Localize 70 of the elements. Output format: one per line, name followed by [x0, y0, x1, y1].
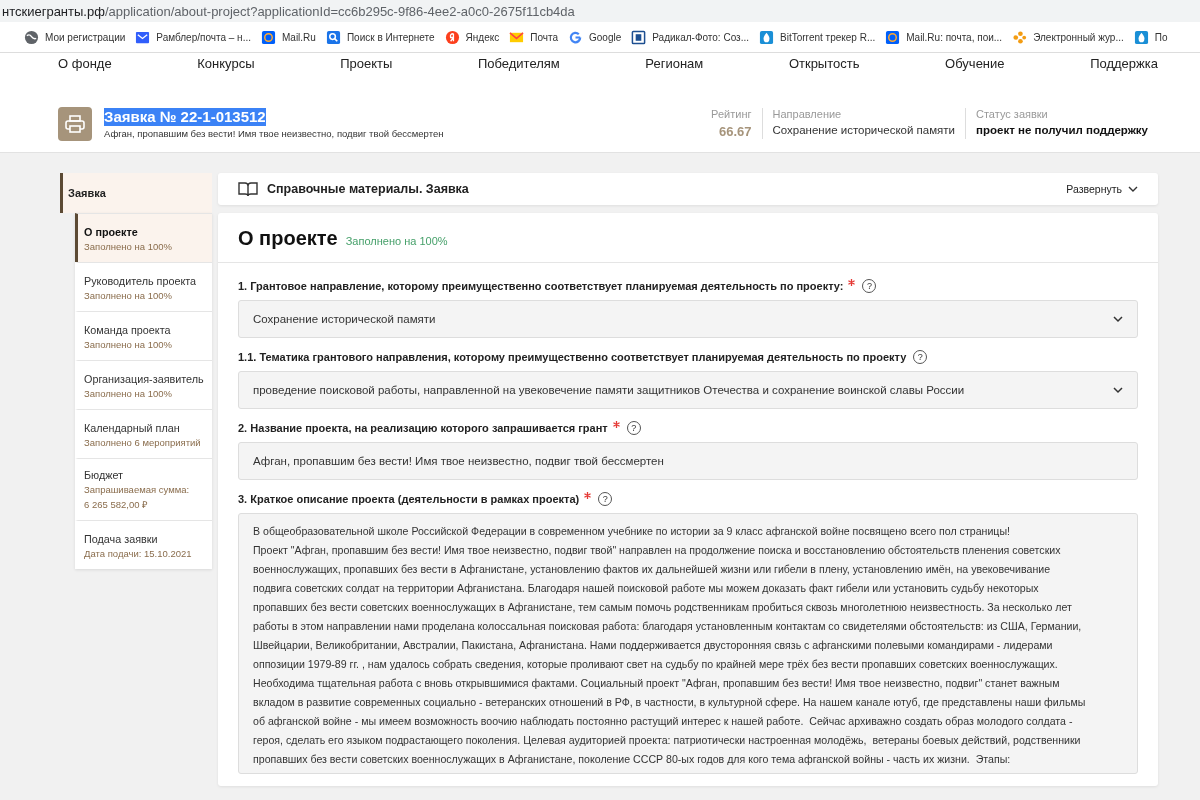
item-label: О проекте — [84, 225, 139, 238]
bookmark-link[interactable]: Поиск в Интернете — [346, 31, 435, 43]
item-note: Заполнено на 100% — [84, 240, 173, 252]
chevron-icon — [1113, 386, 1123, 394]
bookmark-link[interactable]: По — [1154, 31, 1168, 43]
text-area[interactable]: В общеобразовательной школе Российской Федерации в современном учебнике по истории за 9 класс афганской войне посвящено всего пол страницы! Проект "Афган, пропавшим без вести! Имя твое неизвестно, подвиг твой" направлен на продолжение поиска и восстановлению обстоятельств пленения советских военнослужащих, пропавших без вести в Афганистане, установлению фактов их дальнейшей жизни или гибели в плену, установлению имён, на увековечивание подвига советских солдат на территории Афганистана. Благодаря нашей поисковой работе мы можем доказать факт гибели или установить судьбу некоторых пропавших без вести советских военнослужащих в Афганистане, тем самым помочь родственникам пробиться сквозь многолетнюю неизвестность. За несколько лет работы в этом направлении нами проделана колоссальная поисковая работа: благодаря установленным контактам со свидетелями обстоятельств: из США, Германии, Швейцарии, Великобритании, Австралии, Пакистана, Афганистана. Нами поддерживается двусторонняя связь с афганскими полевыми командирами - лидерами оппозиции 1979-89 гг. , нам удалось собрать сведения, которые проливают свет на судьбу по крайней мере трёх без вести пропавших советских военнослужащих. Необходима тщательная работа с вновь открывшимися фактами. Социальный проект "Афган, пропавшим без вести! Имя твое неизвестно, подвиг" станет важным вкладом в развитие современных социально - ветеранских отношений в РФ, в частности, в культурной сфере. На нашем канале ютуб, где представлены наши фильмы об афганской войне - мы имеем возможность воочию наблюдать постоянно растущий интерес к нашей работе. Сейчас архиважно создать образ молодого солдата - героя, сделать его языком подрастающего поколения. Целевая аудиторией проекта: патриотически настроенная молодёжь, ветераны боевых действий, родственники пропавших без вести советских военнослужащих в Афганистане, поколение СССР 80-ых годов для кого тема афганской войны - часть их жизни. Этапы: — [238, 513, 1138, 774]
sidebar-item[interactable]: Календарный план Заполнено 6 мероприятий — [75, 409, 212, 458]
sidebar-item[interactable]: Руководитель проекта Заполнено на 100% — [75, 262, 212, 311]
question-label: 1.1. Тематика грантового направления, которому преимущественно соответствует планируемая деятельность по проекту — [238, 351, 907, 363]
item-label: Руководитель проекта — [84, 274, 198, 287]
stat-value: проект не получил поддержку — [976, 124, 1148, 136]
nav-link[interactable]: Поддержка — [1090, 56, 1158, 71]
sidebar-item[interactable]: О проекте Заполнено на 100% — [75, 213, 212, 262]
bookmark-link[interactable]: Google — [589, 31, 622, 43]
nav-link[interactable]: О фонде — [58, 56, 112, 71]
sidebar-item[interactable]: Команда проекта Заполнено на 100% — [75, 311, 212, 360]
reference-title: Справочные материалы. Заявка — [267, 182, 470, 196]
nav-link[interactable]: Регионам — [645, 56, 704, 71]
stat-value: 66.67 — [718, 124, 752, 139]
question-label: 3. Краткое описание проекта (деятельности в рамках проекта) — [238, 493, 580, 505]
bookmark-link[interactable]: Mail.Ru — [282, 31, 316, 43]
nav-link[interactable]: Победителям — [477, 56, 560, 71]
project-subtitle: Афган, пропавшим без вести! Имя твое неизвестно, подвиг твой бессмертен — [104, 128, 444, 139]
item-note: Заполнено на 100% — [84, 387, 173, 399]
completion-status: Заполнено на 100% — [345, 235, 448, 247]
nav-link[interactable]: Обучение — [945, 56, 1005, 71]
item-note: Заполнено 6 мероприятий — [84, 436, 202, 448]
question-label: 2. Название проекта, на реализацию которого запрашивается грант — [238, 422, 608, 434]
item-note: Дата подачи: 15.10.2021 — [84, 547, 193, 559]
sidebar-item[interactable]: Подача заявки Дата подачи: 15.10.2021 — [75, 520, 212, 569]
application-title: Заявка № 22-1-013512 — [104, 108, 266, 126]
nav-link[interactable]: Конкурсы — [197, 56, 255, 71]
stat-label: Статус заявки — [976, 108, 1049, 120]
stat-label: Рейтинг — [711, 108, 752, 120]
sidebar-item[interactable]: Организация-заявитель Заполнено на 100% — [75, 360, 212, 409]
bookmark-link[interactable]: Электронный жур... — [1033, 31, 1124, 43]
bookmark-link[interactable]: Радикал-Фото: Соз... — [652, 31, 749, 43]
select-field[interactable]: Сохранение исторической памяти — [238, 300, 1138, 338]
item-note: Заполнено на 100% — [84, 338, 173, 350]
stat-value: Сохранение исторической памяти — [772, 124, 955, 136]
chevron-icon — [1113, 315, 1123, 323]
item-label: Календарный план — [84, 421, 181, 434]
sidebar-item[interactable]: Бюджет Запрашиваемая сумма: 6 265 582,00 ₽ — [75, 458, 212, 520]
bookmark-link[interactable]: BitTorrent трекер R... — [780, 31, 876, 43]
item-label: Подача заявки — [84, 532, 159, 545]
chevron-icon — [1128, 185, 1138, 193]
item-label: Команда проекта — [84, 323, 172, 336]
input-field[interactable]: Афган, пропавшим без вести! Имя твое неизвестно, подвиг твой бессмертен — [238, 442, 1138, 480]
print-button[interactable] — [58, 106, 92, 141]
section-title: О проекте — [238, 227, 338, 250]
stat-label: Направление — [772, 108, 843, 120]
bookmark-link[interactable]: Mail.Ru: почта, пои... — [906, 31, 1003, 43]
select-field[interactable]: проведение поисковой работы, направленной на увековечение памяти защитников Отечества и сохранение воинской славы России — [238, 371, 1138, 409]
item-amount: 6 265 582,00 ₽ — [84, 498, 150, 511]
bookmark-link[interactable]: Почта — [530, 31, 558, 43]
item-label: Бюджет — [84, 469, 125, 481]
bookmark-link[interactable]: Мои регистрации — [45, 31, 126, 43]
question-label: 1. Грантовое направление, которому преимущественно соответствует планируемая деятельность по проекту: — [238, 280, 844, 292]
item-note: Заполнено на 100% — [84, 289, 173, 301]
item-note: Запрашиваемая сумма: — [84, 484, 191, 495]
nav-link[interactable]: Проекты — [340, 56, 393, 71]
bookmark-link[interactable]: Рамблер/почта – н... — [156, 31, 251, 43]
bookmark-link[interactable]: Яндекс — [465, 31, 500, 43]
item-label: Организация-заявитель — [84, 372, 205, 385]
sidebar-group[interactable]: Заявка — [60, 173, 212, 213]
printer-icon — [65, 114, 85, 133]
address-bar-url[interactable]: нтскиегранты.рф/application/about-project?applicationId=cc6b295c-9f86-4ee2-a0c0-2675f11cb4da — [2, 3, 575, 19]
expand-toggle[interactable]: Развернуть — [1066, 183, 1138, 195]
book-icon — [238, 181, 258, 197]
nav-link[interactable]: Открытость — [788, 56, 860, 71]
